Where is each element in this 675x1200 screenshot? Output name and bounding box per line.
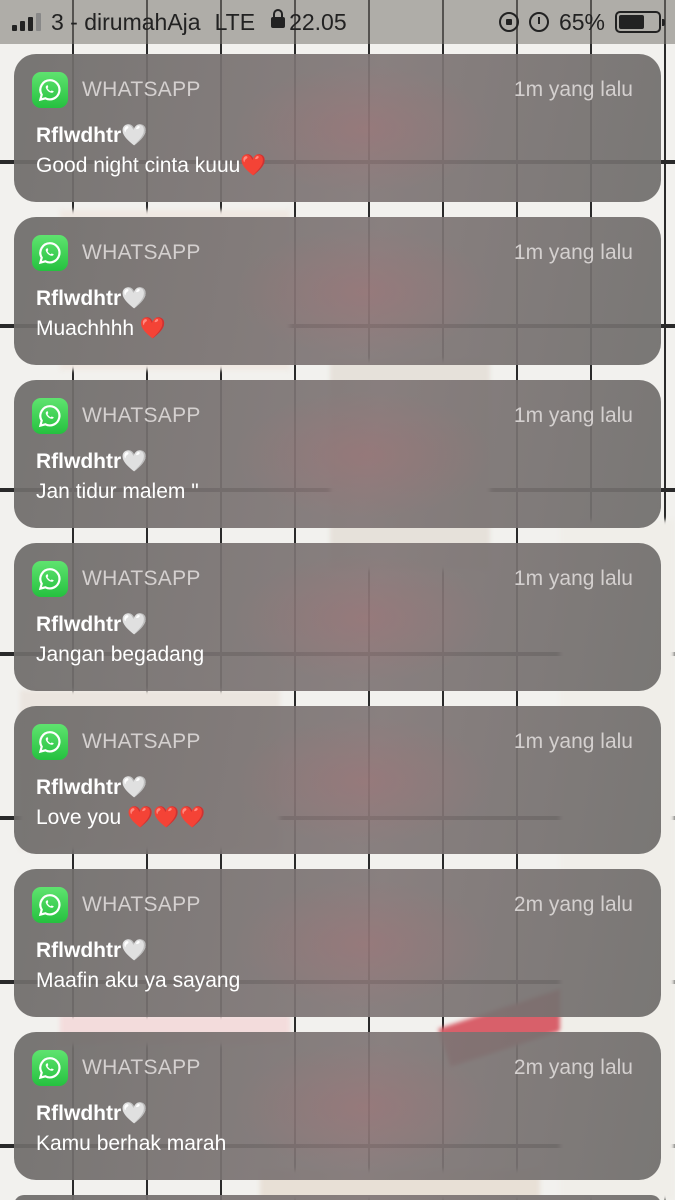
app-name: WHATSAPP (82, 78, 201, 101)
notification-header: WHATSAPP 1m yang lalu (32, 72, 633, 108)
lock-status: 22.05 (271, 9, 347, 36)
notification-message: Good night cinta kuuu❤️ (36, 154, 267, 177)
notification-sender: Rflwdhtr🤍 (36, 613, 148, 636)
signal-icon (12, 13, 41, 31)
notification-message: Maafin aku ya sayang (36, 969, 241, 992)
notification-card[interactable]: WHATSAPP 1m yang lalu Rflwdhtr🤍 Jangan b… (14, 543, 661, 691)
notification-message: Jangan begadang (36, 643, 205, 666)
notification-card[interactable]: WHATSAPP 1m yang lalu Rflwdhtr🤍 Jan tidu… (14, 380, 661, 528)
whatsapp-icon (32, 235, 68, 271)
notification-card[interactable]: WHATSAPP 1m yang lalu Rflwdhtr🤍 Love you… (14, 706, 661, 854)
app-name: WHATSAPP (82, 241, 201, 264)
notification-message: Muachhhh ❤️ (36, 317, 167, 340)
whatsapp-icon (32, 561, 68, 597)
app-name: WHATSAPP (82, 567, 201, 590)
app-name: WHATSAPP (82, 1056, 201, 1079)
notification-sender: Rflwdhtr🤍 (36, 450, 148, 473)
carrier-name: 3 - dirumahAja (51, 8, 201, 35)
whatsapp-icon (32, 1050, 68, 1086)
notification-header: WHATSAPP 1m yang lalu (32, 561, 633, 597)
notification-time: 1m yang lalu (513, 567, 633, 590)
battery-percent: 65% (558, 8, 605, 35)
notification-header: WHATSAPP 1m yang lalu (32, 724, 633, 760)
whatsapp-icon (32, 72, 68, 108)
notification-time: 1m yang lalu (513, 241, 633, 264)
lock-icon (271, 9, 286, 29)
notification-header: WHATSAPP 2m yang lalu (32, 1050, 633, 1086)
notification-sender: Rflwdhtr🤍 (36, 287, 148, 310)
notification-card-partial[interactable] (14, 1195, 661, 1200)
notification-header: WHATSAPP 1m yang lalu (32, 398, 633, 434)
whatsapp-icon (32, 724, 68, 760)
notification-sender: Rflwdhtr🤍 (36, 776, 148, 799)
notification-card[interactable]: WHATSAPP 2m yang lalu Rflwdhtr🤍 Kamu ber… (14, 1032, 661, 1180)
battery-icon (615, 11, 665, 33)
notification-header: WHATSAPP 1m yang lalu (32, 235, 633, 271)
notification-header: WHATSAPP 2m yang lalu (32, 887, 633, 923)
network-type: LTE (214, 8, 256, 35)
app-name: WHATSAPP (82, 730, 201, 753)
orientation-lock-icon (498, 12, 519, 32)
notification-sender: Rflwdhtr🤍 (36, 939, 148, 962)
notification-time: 1m yang lalu (513, 78, 633, 101)
alarm-icon (528, 12, 549, 32)
app-name: WHATSAPP (82, 404, 201, 427)
notification-card[interactable]: WHATSAPP 1m yang lalu Rflwdhtr🤍 Good nig… (14, 54, 661, 202)
whatsapp-icon (32, 398, 68, 434)
notification-sender: Rflwdhtr🤍 (36, 124, 148, 147)
clock-time: 22.05 (289, 8, 347, 35)
notification-sender: Rflwdhtr🤍 (36, 1102, 148, 1125)
notification-time: 2m yang lalu (513, 1056, 633, 1079)
notification-message: Jan tidur malem " (36, 480, 199, 503)
notification-message: Love you ❤️❤️❤️ (36, 806, 206, 829)
notification-message: Kamu berhak marah (36, 1132, 227, 1155)
notification-time: 2m yang lalu (513, 893, 633, 916)
notification-time: 1m yang lalu (513, 404, 633, 427)
notification-card[interactable]: WHATSAPP 1m yang lalu Rflwdhtr🤍 Muachhhh… (14, 217, 661, 365)
whatsapp-icon (32, 887, 68, 923)
status-left: 3 - dirumahAja LTE 22.05 (12, 9, 347, 36)
notification-card[interactable]: WHATSAPP 2m yang lalu Rflwdhtr🤍 Maafin a… (14, 869, 661, 1017)
app-name: WHATSAPP (82, 893, 201, 916)
battery-level-fill (619, 15, 644, 29)
status-bar: 3 - dirumahAja LTE 22.05 65% (0, 0, 675, 44)
notification-list: WHATSAPP 1m yang lalu Rflwdhtr🤍 Good nig… (14, 54, 661, 1200)
status-right: 65% (498, 8, 665, 36)
notification-time: 1m yang lalu (513, 730, 633, 753)
